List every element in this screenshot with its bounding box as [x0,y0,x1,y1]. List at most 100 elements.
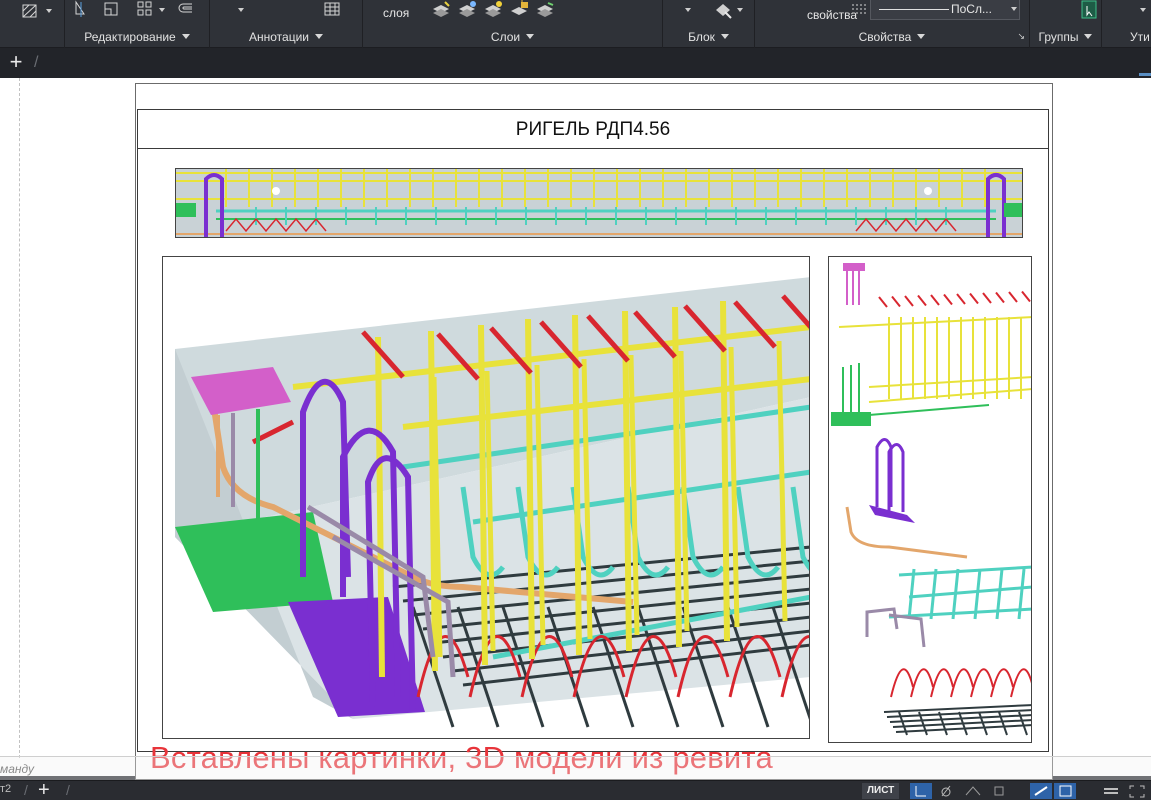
arc-bar [990,668,1014,698]
elevation-viewport[interactable] [175,168,1023,238]
chevron-down-icon [1011,7,1017,11]
mesh-bar [907,568,916,620]
panel-expand-icon[interactable]: ↘ [1017,31,1025,42]
layer-lock-icon[interactable] [507,0,531,20]
tab-separator: / [34,54,39,71]
chevron-down-icon[interactable] [238,8,244,12]
panel-block: Блок [663,0,755,48]
panel-utilities-title[interactable]: Ути [1130,30,1151,44]
ribbon: Редактирование Аннотации слоя Слои Блок … [0,0,1151,48]
command-input[interactable]: манду [0,762,34,776]
tie-bar [956,293,966,305]
stirrup-bar [428,330,438,672]
layout-tab[interactable]: т2 [0,783,11,795]
tab-accent-bar [1139,73,1151,76]
lineweight-toggle-icon[interactable] [1030,783,1052,799]
add-layout-button[interactable]: + [38,779,50,800]
arc-bar [970,668,994,698]
mesh-bar [1017,568,1026,620]
osnap-icon[interactable] [988,783,1010,799]
main-3d-viewport[interactable] [162,256,810,739]
panel-annotations: Аннотации [210,0,363,48]
tie-bar [891,295,901,308]
tie-bar [878,296,888,308]
isometric-icon[interactable] [962,783,984,799]
title-box: РИГЕЛЬ РДП4.56 [137,109,1049,149]
stirrup-bar [868,376,1031,388]
tie-bar [904,295,914,307]
tie-bar [1008,291,1018,303]
model-space-toggle[interactable]: ЛИСТ [862,783,900,799]
layer-match-icon[interactable] [533,0,557,20]
stirrup-bar [838,316,1031,328]
status-bar: т2 / + / ЛИСТ [0,779,1151,800]
canvas-margin-line [19,78,20,758]
exploded-parts-image [831,263,1031,736]
layer-properties-button[interactable]: слоя [383,6,409,20]
panel-block-title[interactable]: Блок [663,30,754,44]
tie-bar [930,294,940,306]
lineweight-sample [879,9,949,10]
layer-freeze-icon[interactable] [455,0,479,20]
stirrup-bar [672,306,682,648]
tie-bar [969,292,979,305]
table-icon[interactable] [322,0,342,18]
panel-layers: слоя Слои [363,0,663,48]
exploded-parts-viewport[interactable] [828,256,1032,743]
sheet-title: РИГЕЛЬ РДП4.56 [515,119,671,140]
array-icon[interactable] [135,0,155,18]
new-tab-button[interactable]: + [5,51,27,73]
panel-groups-title[interactable]: Группы [1030,30,1101,44]
tie-bar [1021,290,1031,303]
tie-bar [982,292,992,304]
rebar-3d-image [175,277,809,728]
mesh-bar [898,565,1031,577]
arc-bar [930,668,954,698]
block-editor-icon[interactable] [713,0,735,20]
elevation-image [176,169,1022,237]
selection-cycling-icon[interactable] [1054,783,1076,799]
panel-annotations-title[interactable]: Аннотации [210,30,362,44]
scale-icon[interactable] [101,0,121,18]
mesh-bar [908,585,1031,599]
polar-tracking-icon[interactable] [936,783,958,799]
fullscreen-icon[interactable] [1126,783,1148,799]
layout-separator: / [66,782,70,798]
tie-bar [995,291,1005,304]
panel-edit: Редактирование [65,0,210,48]
chevron-down-icon[interactable] [159,8,165,12]
command-line[interactable]: манду [0,756,1151,780]
stirrup-bar [478,324,488,666]
grid-snap-icon[interactable] [910,783,932,799]
file-tab-strip: + / [0,48,1151,78]
panel-edit-title[interactable]: Редактирование [65,30,209,44]
mirror-icon[interactable] [71,0,91,18]
chevron-down-icon[interactable] [1140,8,1146,12]
group-select-icon[interactable] [1078,0,1100,20]
panel-layers-title[interactable]: Слои [363,30,662,44]
arc-bar [910,668,934,698]
stirrup-bar [868,388,1031,403]
lineweight-value: ПоСл... [951,2,992,16]
panel-draw-partial [0,0,65,48]
panel-properties-title[interactable]: Свойства [755,30,1029,44]
layout-separator: / [24,782,28,798]
panel-utilities: Ути [1102,0,1151,48]
linetype-icon[interactable] [849,0,869,18]
chevron-down-icon[interactable] [685,8,691,12]
chevron-down-icon[interactable] [737,8,743,12]
chevron-down-icon[interactable] [46,9,52,13]
panel-groups: Группы [1030,0,1102,48]
lineweight-select[interactable]: ПоСл... [870,0,1020,20]
tie-bar [917,294,927,307]
stirrup-bar [375,336,385,678]
hatch-icon[interactable] [18,2,42,20]
offset-icon[interactable] [175,0,197,18]
arc-bar [890,668,914,698]
arc-bar [1010,668,1031,698]
workspace-icon[interactable] [1100,783,1122,799]
layer-on-icon[interactable] [481,0,505,20]
arc-bar [950,668,974,698]
tie-bar [943,293,953,306]
layer-isolate-icon[interactable] [429,0,453,20]
